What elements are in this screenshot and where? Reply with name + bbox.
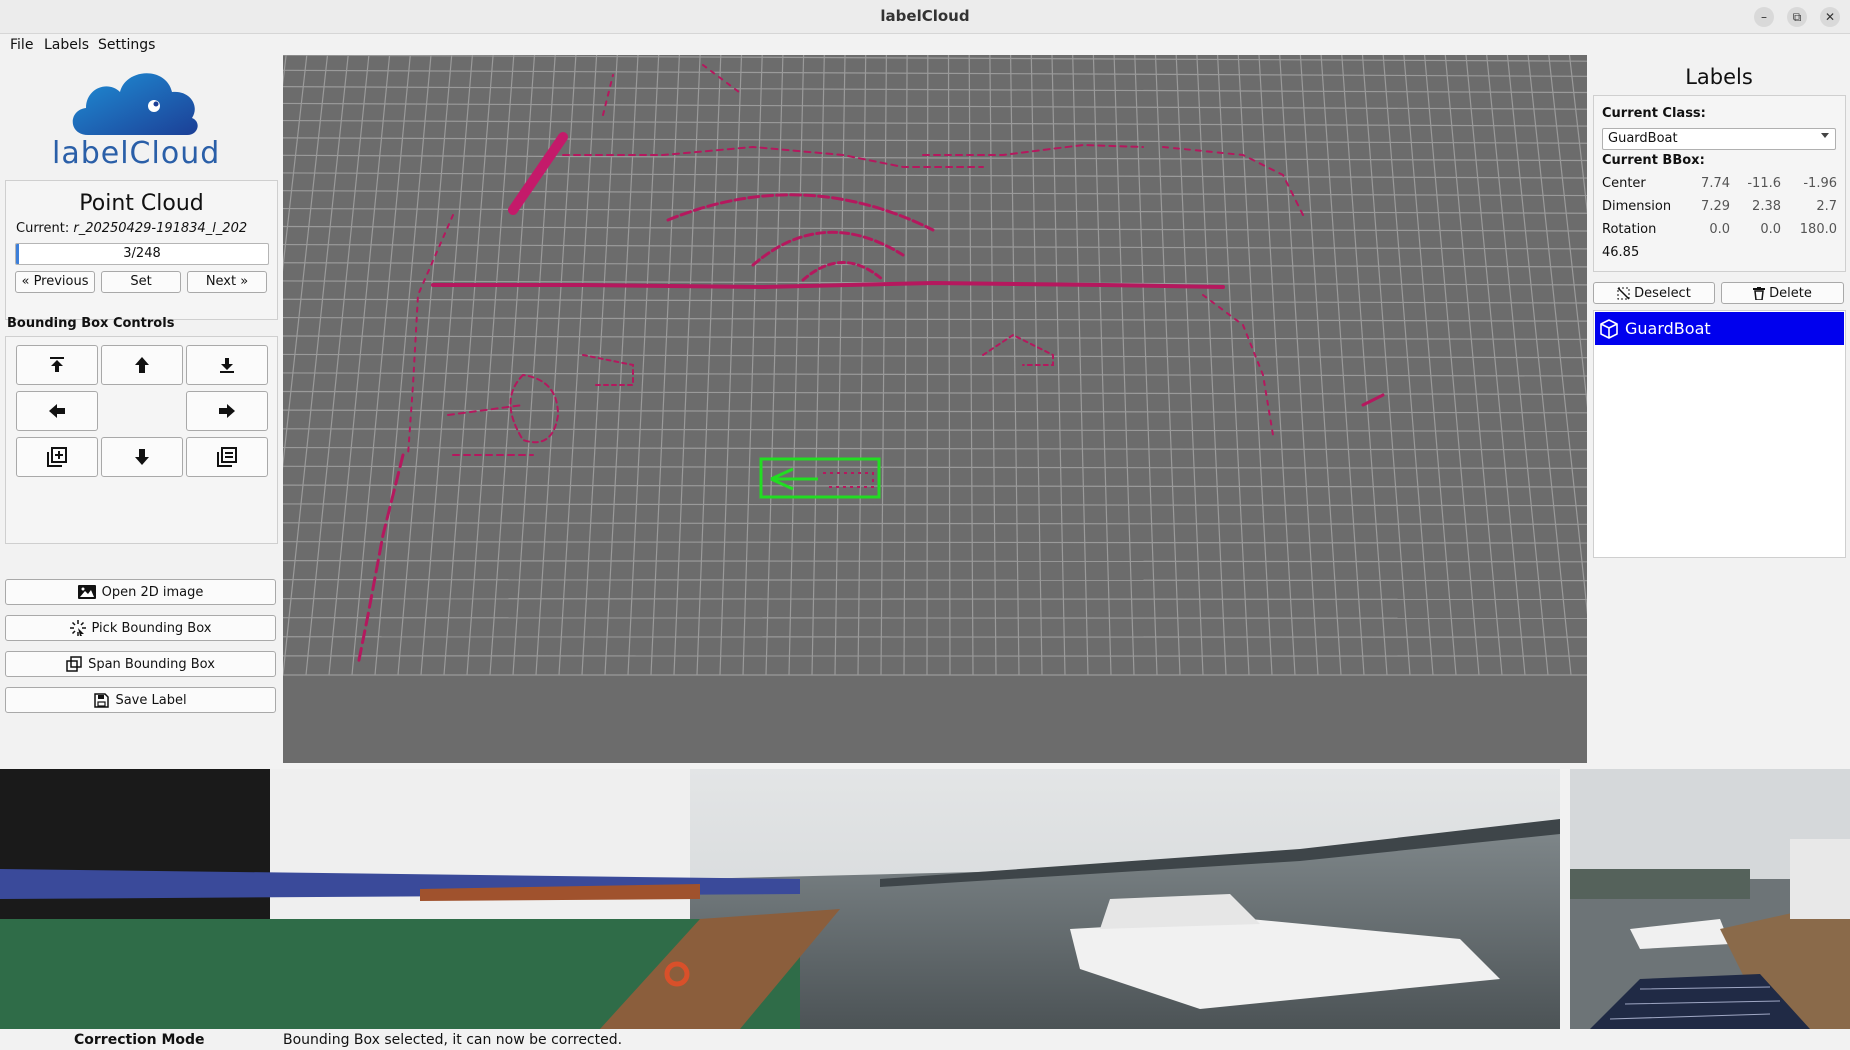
pick-bounding-box-button[interactable]: Pick Bounding Box	[5, 615, 276, 641]
harbor-photo	[0, 769, 1560, 1029]
deselect-icon	[1617, 286, 1630, 300]
logo-text: labelCloud	[52, 136, 221, 171]
set-button[interactable]: Set	[101, 271, 181, 293]
move-up-z-icon	[50, 357, 64, 372]
move-down-z-icon	[220, 358, 234, 373]
decrease-dimension-icon	[217, 447, 237, 467]
image-icon	[77, 585, 96, 599]
decrease-dimension-button[interactable]	[186, 437, 268, 477]
open-2d-image-label: Open 2D image	[101, 584, 204, 600]
current-class-label: Current Class:	[1602, 106, 1706, 121]
move-right-button[interactable]	[186, 391, 268, 431]
current-file-name: r_20250429-191834_l_202	[73, 221, 248, 236]
dimension-label: Dimension	[1602, 199, 1672, 214]
rotation-y[interactable]: 0.0	[1731, 222, 1781, 237]
status-mode: Correction Mode	[74, 1032, 205, 1048]
arrow-up-icon	[135, 357, 149, 373]
center-y[interactable]: -11.6	[1731, 176, 1781, 191]
point-cloud-canvas	[283, 55, 1587, 763]
labels-title: Labels	[1685, 65, 1753, 89]
rotation-x[interactable]: 0.0	[1680, 222, 1730, 237]
rotation-label: Rotation	[1602, 222, 1657, 237]
label-list-item[interactable]: GuardBoat	[1595, 312, 1844, 345]
menu-labels[interactable]: Labels	[44, 37, 89, 53]
chevron-down-icon	[1821, 133, 1829, 138]
title-bar: labelCloud – ⧉ ✕	[0, 0, 1850, 34]
menu-settings[interactable]: Settings	[98, 37, 155, 53]
bbox-volume: 46.85	[1602, 245, 1640, 260]
delete-button[interactable]: Delete	[1721, 282, 1844, 304]
window-title: labelCloud	[880, 7, 970, 25]
labels-panel: Labels Current Class: GuardBoat Current …	[1588, 55, 1850, 765]
deselect-label: Deselect	[1634, 285, 1691, 301]
cube-icon	[1600, 318, 1618, 339]
current-bbox-label: Current BBox:	[1602, 153, 1705, 168]
close-icon[interactable]: ✕	[1820, 7, 1840, 27]
move-forward-button[interactable]	[101, 345, 183, 385]
minimize-icon[interactable]: –	[1754, 7, 1774, 27]
class-select[interactable]: GuardBoat	[1602, 128, 1836, 150]
center-label: Center	[1602, 176, 1646, 191]
span-bounding-box-button[interactable]: Span Bounding Box	[5, 651, 276, 677]
span-box-icon	[66, 656, 82, 672]
next-button[interactable]: Next »	[187, 271, 267, 293]
trash-icon	[1753, 286, 1766, 300]
move-left-button[interactable]	[16, 391, 98, 431]
progress-text: 3/248	[123, 246, 161, 261]
arrow-down-icon	[135, 449, 149, 465]
bbox-controls-title: Bounding Box Controls	[7, 316, 175, 331]
menu-file[interactable]: File	[10, 37, 33, 53]
move-up-z-button[interactable]	[16, 345, 98, 385]
restore-icon[interactable]: ⧉	[1787, 7, 1807, 27]
current-class-panel: Current Class: GuardBoat Current BBox: C…	[1593, 95, 1846, 272]
deselect-button[interactable]: Deselect	[1593, 282, 1715, 304]
status-message: Bounding Box selected, it can now be cor…	[283, 1032, 623, 1048]
pick-bounding-box-label: Pick Bounding Box	[91, 620, 212, 636]
point-cloud-title: Point Cloud	[79, 191, 204, 216]
increase-dimension-icon	[47, 447, 67, 467]
label-list: GuardBoat	[1593, 310, 1846, 558]
arrow-right-icon	[219, 404, 235, 418]
current-file: Current: r_20250429-191834_l_202	[16, 221, 271, 236]
arrow-left-icon	[49, 404, 65, 418]
center-z[interactable]: -1.96	[1787, 176, 1837, 191]
open-2d-image-button[interactable]: Open 2D image	[5, 579, 276, 605]
label-list-item-text: GuardBoat	[1625, 319, 1711, 338]
previous-button[interactable]: « Previous	[15, 271, 95, 293]
dimension-height[interactable]: 2.7	[1787, 199, 1837, 214]
increase-dimension-button[interactable]	[16, 437, 98, 477]
file-progress-bar: 3/248	[15, 243, 269, 265]
center-x[interactable]: 7.74	[1680, 176, 1730, 191]
dimension-length[interactable]: 7.29	[1680, 199, 1730, 214]
rotation-z[interactable]: 180.0	[1787, 222, 1837, 237]
span-bounding-box-label: Span Bounding Box	[88, 656, 215, 672]
point-cloud-viewport[interactable]	[283, 55, 1587, 763]
class-select-value: GuardBoat	[1608, 131, 1678, 146]
save-label-button[interactable]: Save Label	[5, 687, 276, 713]
dock-photo	[1570, 769, 1850, 1029]
pick-cursor-icon	[69, 620, 86, 636]
camera-image-front	[0, 769, 1560, 1029]
save-label-label: Save Label	[115, 692, 187, 708]
current-label: Current:	[16, 221, 70, 236]
point-cloud-panel: Point Cloud Current: r_20250429-191834_l…	[5, 180, 278, 320]
delete-label: Delete	[1769, 285, 1812, 301]
camera-image-side	[1570, 769, 1850, 1029]
dimension-width[interactable]: 2.38	[1731, 199, 1781, 214]
move-down-z-button[interactable]	[186, 345, 268, 385]
move-backward-button[interactable]	[101, 437, 183, 477]
save-icon	[94, 692, 110, 708]
